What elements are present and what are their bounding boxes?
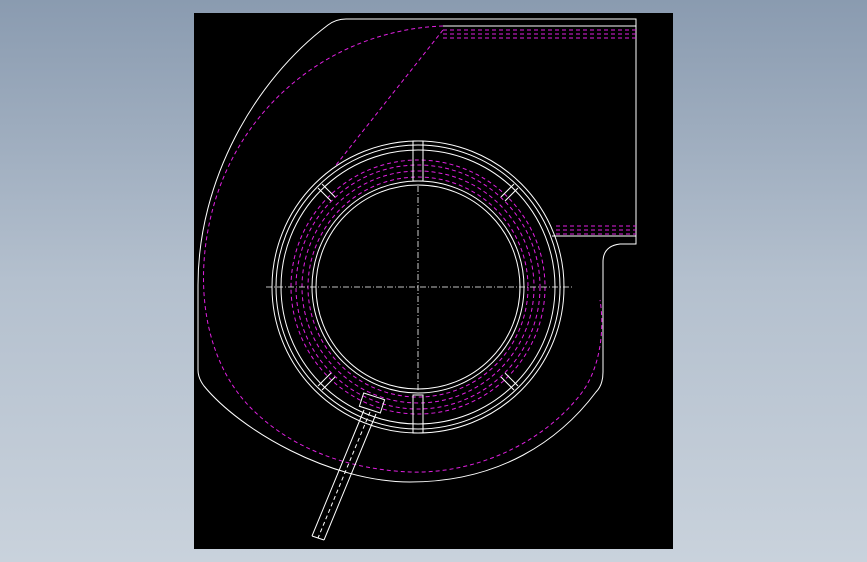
spoke-lr-b bbox=[500, 376, 515, 391]
housing-outline bbox=[197, 18, 637, 483]
diagonal-hidden bbox=[335, 29, 444, 166]
spoke-ur-b bbox=[500, 183, 515, 198]
hidden-lines bbox=[203, 25, 636, 473]
spoke-ll-b bbox=[321, 376, 336, 391]
inner-volute-hidden bbox=[203, 25, 603, 473]
pipe-edge-right bbox=[323, 413, 377, 541]
pipe-edge-center bbox=[317, 411, 371, 539]
pipe-edge-left bbox=[311, 409, 365, 537]
spoke-top bbox=[412, 140, 424, 182]
pipe-flange bbox=[358, 392, 386, 414]
pipe-end bbox=[311, 535, 325, 541]
spoke-lr-a bbox=[504, 372, 519, 387]
spoke-ll-a bbox=[317, 372, 332, 387]
cad-viewport[interactable] bbox=[194, 13, 673, 549]
spoke-ul-a bbox=[317, 187, 332, 202]
spoke-ul-b bbox=[321, 183, 336, 198]
volute-outline bbox=[197, 18, 637, 483]
blower-drawing bbox=[197, 18, 637, 541]
spoke-ur-a bbox=[504, 187, 519, 202]
